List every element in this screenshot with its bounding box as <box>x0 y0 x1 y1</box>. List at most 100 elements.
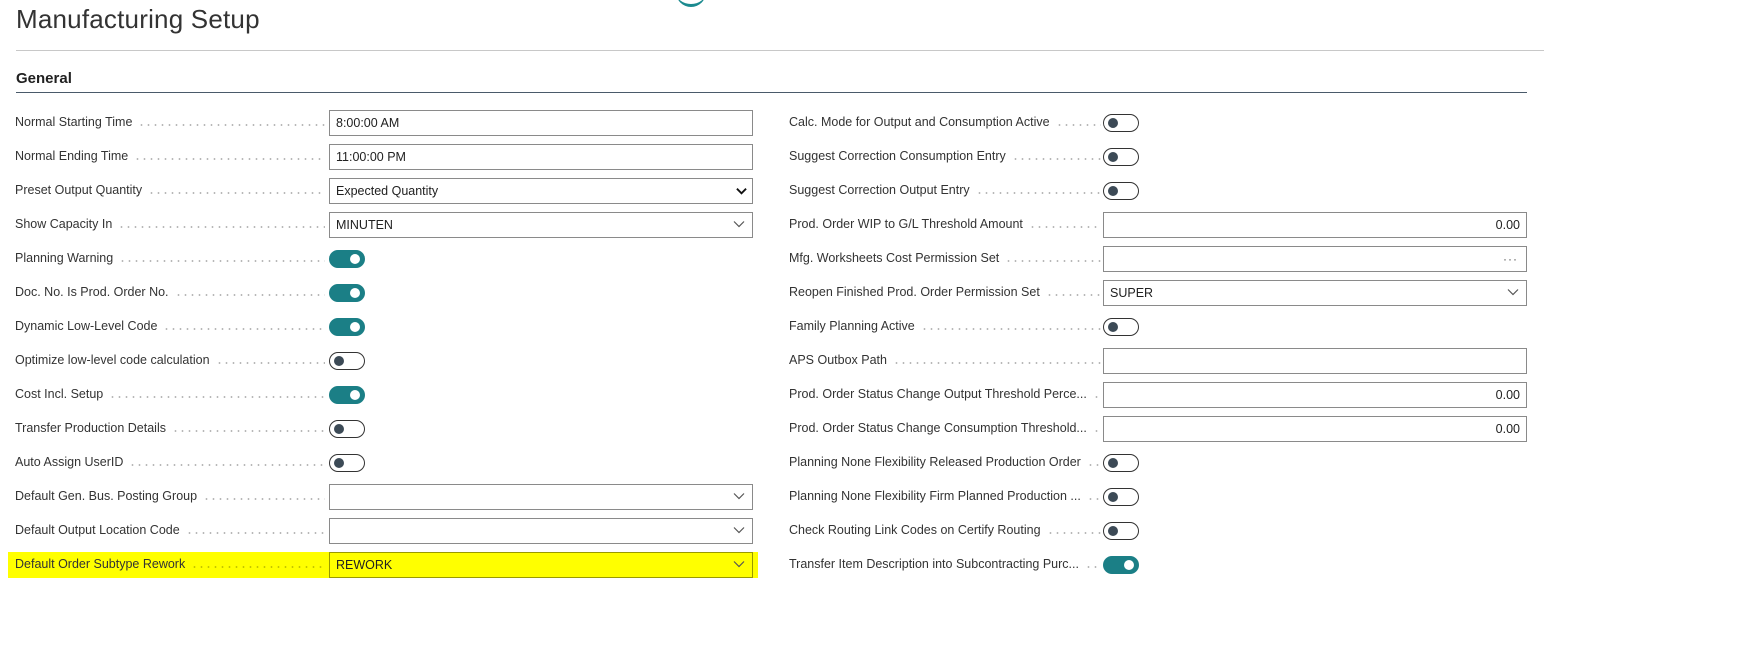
input-normal-ending-time[interactable]: 11:00:00 PM <box>329 144 753 170</box>
input-prod-order-status-change-output-threshold-perce[interactable]: 0.00 <box>1103 382 1527 408</box>
dotted-leader <box>1005 260 1101 262</box>
field-row-suggest-correction-consumption-entry: Suggest Correction Consumption Entry <box>782 144 1532 170</box>
dotted-leader <box>118 226 325 228</box>
field-row-transfer-item-description-into-subcontracting-purc: Transfer Item Description into Subcontra… <box>782 552 1532 578</box>
dotted-leader <box>920 328 1101 330</box>
toggle-planning-warning[interactable] <box>329 250 365 268</box>
field-label: Auto Assign UserID <box>15 455 325 473</box>
field-label-text: Dynamic Low-Level Code <box>15 319 158 333</box>
dotted-leader <box>1092 396 1101 398</box>
toggle-planning-none-flexibility-firm-planned-production[interactable] <box>1103 488 1139 506</box>
dotted-leader <box>1084 566 1101 568</box>
field-label: Doc. No. Is Prod. Order No. <box>15 285 325 303</box>
toggle-check-routing-link-codes-on-certify-routing[interactable] <box>1103 522 1139 540</box>
field-control <box>1103 348 1527 374</box>
input-default-output-location-code[interactable] <box>329 518 753 544</box>
toggle-doc-no-is-prod-order-no[interactable] <box>329 284 365 302</box>
section-divider <box>16 92 1527 93</box>
field-control <box>329 314 753 340</box>
field-control: MINUTEN <box>329 212 753 238</box>
input-preset-output-quantity[interactable]: Expected Quantity <box>329 178 753 204</box>
field-control: 0.00 <box>1103 416 1527 442</box>
field-control: REWORK <box>329 552 753 578</box>
input-prod-order-status-change-consumption-threshold[interactable]: 0.00 <box>1103 416 1527 442</box>
input-default-gen-bus-posting-group[interactable] <box>329 484 753 510</box>
field-label: Prod. Order Status Change Consumption Th… <box>789 421 1101 439</box>
field-control <box>329 280 753 306</box>
dotted-leader <box>1045 294 1101 296</box>
field-row-prod-order-wip-to-g-l-threshold-amount: Prod. Order WIP to G/L Threshold Amount 0… <box>782 212 1532 238</box>
toggle-dynamic-low-level-code[interactable] <box>329 318 365 336</box>
input-show-capacity-in[interactable]: MINUTEN <box>329 212 753 238</box>
input-reopen-finished-prod-order-permission-set[interactable]: SUPER <box>1103 280 1527 306</box>
dotted-leader <box>215 362 325 364</box>
input-normal-starting-time[interactable]: 8:00:00 AM <box>329 110 753 136</box>
field-label-text: Transfer Item Description into Subcontra… <box>789 557 1079 571</box>
chevron-down-icon[interactable] <box>733 526 745 534</box>
field-value: MINUTEN <box>336 218 393 232</box>
field-control <box>1103 144 1527 170</box>
field-label-text: Preset Output Quantity <box>15 183 143 197</box>
input-aps-outbox-path[interactable] <box>1103 348 1527 374</box>
dotted-leader <box>1028 226 1101 228</box>
toggle-calc-mode-for-output-and-consumption-active[interactable] <box>1103 114 1139 132</box>
dotted-leader <box>1011 158 1101 160</box>
field-label: Prod. Order Status Change Output Thresho… <box>789 387 1101 405</box>
input-mfg-worksheets-cost-permission-set[interactable]: ··· <box>1103 246 1527 272</box>
field-control <box>1103 552 1527 578</box>
field-control <box>329 518 753 544</box>
input-default-order-subtype-rework[interactable]: REWORK <box>329 552 753 578</box>
toggle-auto-assign-userid[interactable] <box>329 454 365 472</box>
field-row-auto-assign-userid: Auto Assign UserID <box>8 450 758 476</box>
field-value: SUPER <box>1110 286 1154 300</box>
toggle-suggest-correction-output-entry[interactable] <box>1103 182 1139 200</box>
field-label-text: Transfer Production Details <box>15 421 166 435</box>
field-label: Check Routing Link Codes on Certify Rout… <box>789 523 1101 541</box>
field-label-text: Planning None Flexibility Firm Planned P… <box>789 489 1081 503</box>
field-label-text: Calc. Mode for Output and Consumption Ac… <box>789 115 1050 129</box>
toggle-knob <box>1108 492 1118 502</box>
field-label-text: Prod. Order Status Change Output Thresho… <box>789 387 1087 401</box>
dotted-leader <box>975 192 1101 194</box>
field-label: Transfer Item Description into Subcontra… <box>789 557 1101 575</box>
field-label: Planning None Flexibility Released Produ… <box>789 455 1101 473</box>
toggle-optimize-low-level-code-calculation[interactable] <box>329 352 365 370</box>
chevron-down-icon[interactable] <box>1507 288 1519 296</box>
input-prod-order-wip-to-g-l-threshold-amount[interactable]: 0.00 <box>1103 212 1527 238</box>
field-label: Suggest Correction Output Entry <box>789 183 1101 201</box>
section-title-general[interactable]: General <box>16 70 72 87</box>
field-label-text: Suggest Correction Consumption Entry <box>789 149 1006 163</box>
dotted-leader <box>185 532 325 534</box>
toggle-planning-none-flexibility-released-production-order[interactable] <box>1103 454 1139 472</box>
field-label: Prod. Order WIP to G/L Threshold Amount <box>789 217 1101 235</box>
field-control <box>1103 450 1527 476</box>
field-row-family-planning-active: Family Planning Active <box>782 314 1532 340</box>
toggle-knob <box>334 356 344 366</box>
field-control: ··· <box>1103 246 1527 272</box>
toggle-knob <box>334 424 344 434</box>
field-control <box>1103 110 1527 136</box>
field-value: Expected Quantity <box>336 184 439 198</box>
field-value: 0.00 <box>1495 218 1520 232</box>
field-row-calc-mode-for-output-and-consumption-active: Calc. Mode for Output and Consumption Ac… <box>782 110 1532 136</box>
field-control <box>329 484 753 510</box>
toggle-cost-incl-setup[interactable] <box>329 386 365 404</box>
field-label: Default Output Location Code <box>15 523 325 541</box>
field-label-text: Suggest Correction Output Entry <box>789 183 970 197</box>
field-label-text: Optimize low-level code calculation <box>15 353 210 367</box>
field-row-planning-none-flexibility-firm-planned-production: Planning None Flexibility Firm Planned P… <box>782 484 1532 510</box>
chevron-down-icon[interactable] <box>733 560 745 568</box>
field-control <box>329 246 753 272</box>
chevron-down-icon[interactable] <box>736 187 747 195</box>
dotted-leader <box>1046 532 1101 534</box>
toggle-transfer-item-description-into-subcontracting-purc[interactable] <box>1103 556 1139 574</box>
toggle-family-planning-active[interactable] <box>1103 318 1139 336</box>
toggle-transfer-production-details[interactable] <box>329 420 365 438</box>
field-value: 0.00 <box>1495 388 1520 402</box>
chevron-down-icon[interactable] <box>733 220 745 228</box>
field-label: Cost Incl. Setup <box>15 387 325 405</box>
field-label: Optimize low-level code calculation <box>15 353 325 371</box>
ellipsis-icon[interactable]: ··· <box>1503 247 1518 271</box>
toggle-suggest-correction-consumption-entry[interactable] <box>1103 148 1139 166</box>
chevron-down-icon[interactable] <box>733 492 745 500</box>
